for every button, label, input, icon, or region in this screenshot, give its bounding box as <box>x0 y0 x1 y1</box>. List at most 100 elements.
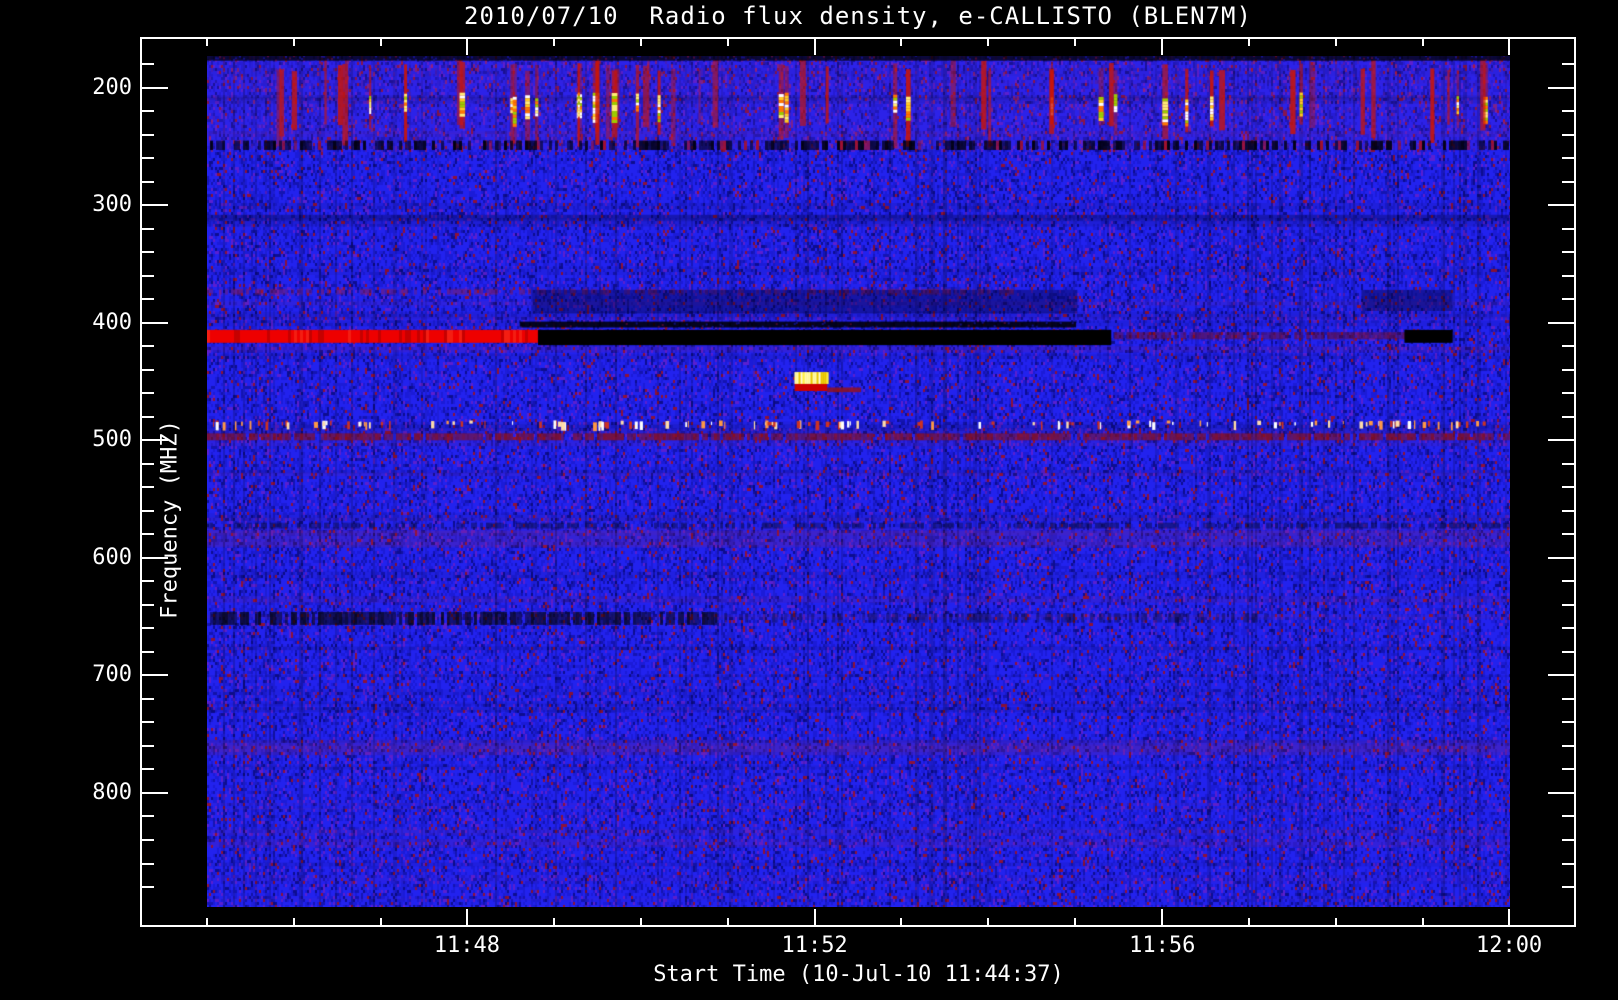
x-minor-tick <box>900 37 903 46</box>
y-tick-label: 600 <box>92 544 132 570</box>
y-tick-label: 200 <box>92 74 132 100</box>
y-minor-tick <box>140 368 154 371</box>
x-minor-tick <box>292 37 295 46</box>
spectrogram-canvas <box>207 56 1510 907</box>
y-minor-tick <box>140 392 154 395</box>
y-minor-tick <box>140 744 154 747</box>
x-minor-tick <box>1421 918 1424 927</box>
spectrogram-page: 2010/07/10 Radio flux density, e-CALLIST… <box>0 0 1618 1000</box>
x-minor-tick <box>379 918 382 927</box>
y-minor-tick <box>1562 345 1576 348</box>
x-minor-tick <box>206 37 208 46</box>
x-tick-label: 12:00 <box>1475 933 1543 958</box>
y-major-tick <box>140 204 168 207</box>
x-minor-tick <box>1335 37 1338 46</box>
y-minor-tick <box>1562 274 1576 277</box>
y-minor-tick <box>1562 415 1576 418</box>
y-minor-tick <box>140 839 154 841</box>
y-minor-tick <box>140 157 154 160</box>
y-major-tick <box>140 674 168 677</box>
x-minor-tick <box>1074 918 1077 927</box>
x-minor-tick <box>552 918 555 927</box>
y-minor-tick <box>140 862 154 865</box>
y-minor-tick <box>1562 110 1576 113</box>
y-minor-tick <box>1562 251 1576 254</box>
y-major-tick <box>1548 321 1576 324</box>
x-minor-tick <box>1074 37 1077 46</box>
y-minor-tick <box>140 227 154 230</box>
x-minor-tick <box>639 918 642 927</box>
y-minor-tick <box>1562 63 1576 66</box>
y-minor-tick <box>140 533 154 536</box>
y-minor-tick <box>1562 627 1576 630</box>
y-tick-label: 300 <box>92 192 132 218</box>
y-minor-tick <box>1562 886 1576 889</box>
y-tick-label: 700 <box>92 662 132 688</box>
y-minor-tick <box>1562 650 1576 653</box>
y-major-tick <box>140 791 168 794</box>
y-major-tick <box>1548 204 1576 207</box>
y-minor-tick <box>1562 862 1576 865</box>
y-major-tick <box>140 321 168 324</box>
x-minor-tick <box>206 918 208 927</box>
x-minor-tick <box>1335 918 1338 927</box>
y-minor-tick <box>1562 603 1576 606</box>
y-minor-tick <box>140 650 154 653</box>
x-minor-tick <box>987 918 990 927</box>
y-minor-tick <box>1562 486 1576 489</box>
y-tick-label: 500 <box>92 427 132 453</box>
y-minor-tick <box>1562 368 1576 371</box>
x-minor-tick <box>379 37 382 46</box>
y-minor-tick <box>140 886 154 889</box>
x-minor-tick <box>900 918 903 927</box>
x-minor-tick <box>639 37 642 46</box>
x-minor-tick <box>726 37 729 46</box>
x-tick-label: 11:52 <box>781 933 848 958</box>
x-minor-tick <box>1248 37 1251 46</box>
y-minor-tick <box>140 180 154 183</box>
y-minor-tick <box>140 133 154 136</box>
y-tick-label: 400 <box>92 309 132 335</box>
x-minor-tick <box>292 918 295 927</box>
y-minor-tick <box>1562 768 1576 771</box>
y-major-tick <box>140 439 168 442</box>
y-major-tick <box>140 86 168 89</box>
y-minor-tick <box>140 345 154 348</box>
y-minor-tick <box>1562 533 1576 536</box>
y-minor-tick <box>1562 580 1576 583</box>
x-major-tick <box>813 909 816 927</box>
y-minor-tick <box>1562 227 1576 230</box>
x-major-tick <box>1161 37 1164 55</box>
x-major-tick <box>1508 909 1511 927</box>
x-minor-tick <box>726 918 729 927</box>
y-minor-tick <box>140 815 154 818</box>
x-axis-title: Start Time (10-Jul-10 11:44:37) <box>653 962 1064 987</box>
x-minor-tick <box>987 37 990 46</box>
y-axis-title: Frequency (MHZ) <box>157 420 183 619</box>
y-minor-tick <box>1562 509 1576 512</box>
y-minor-tick <box>140 580 154 583</box>
y-major-tick <box>1548 439 1576 442</box>
y-minor-tick <box>1562 744 1576 747</box>
y-minor-tick <box>140 462 154 465</box>
y-minor-tick <box>140 63 154 66</box>
y-minor-tick <box>140 486 154 489</box>
y-minor-tick <box>1562 133 1576 136</box>
y-minor-tick <box>1562 392 1576 395</box>
y-minor-tick <box>140 110 154 113</box>
x-major-tick <box>465 909 468 927</box>
y-minor-tick <box>140 627 154 630</box>
y-minor-tick <box>140 251 154 254</box>
x-minor-tick <box>1421 37 1424 46</box>
y-tick-label: 800 <box>92 779 132 805</box>
x-tick-label: 11:56 <box>1129 933 1196 958</box>
y-minor-tick <box>1562 839 1576 841</box>
y-major-tick <box>1548 86 1576 89</box>
y-minor-tick <box>1562 157 1576 160</box>
y-minor-tick <box>140 697 154 700</box>
y-major-tick <box>1548 674 1576 677</box>
y-major-tick <box>1548 791 1576 794</box>
y-minor-tick <box>140 721 154 724</box>
y-minor-tick <box>140 415 154 418</box>
y-minor-tick <box>140 768 154 771</box>
